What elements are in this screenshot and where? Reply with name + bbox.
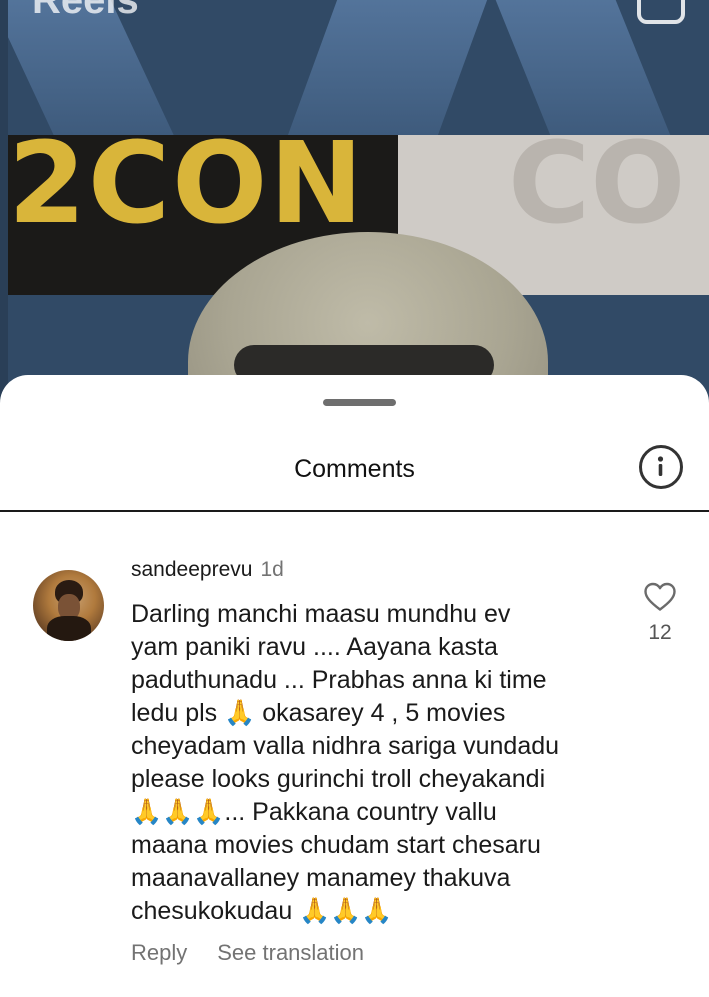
sheet-drag-handle[interactable]: [323, 399, 396, 406]
see-translation-button[interactable]: See translation: [217, 940, 364, 966]
camera-icon[interactable]: [637, 0, 685, 24]
reel-video[interactable]: 2CON CO Reels: [0, 0, 709, 420]
heart-icon[interactable]: [643, 582, 677, 612]
like-count: 12: [648, 621, 672, 644]
reels-title: Reels: [32, 0, 139, 22]
comment-time: 1d: [260, 558, 284, 581]
comments-sheet: Comments sandeeprevu 1d Darling manchi ma…: [0, 375, 709, 997]
banner-text: 2CON: [8, 119, 366, 249]
banner-text-right: CO: [508, 119, 686, 249]
avatar-body: [47, 616, 91, 641]
comment-text: Darling manchi maasu mundhu ev yam panik…: [131, 600, 560, 925]
comment-meta: sandeeprevu 1d: [131, 558, 284, 582]
reels-screen: 2CON CO Reels Comments sandeeprevu 1d Da…: [0, 0, 709, 997]
video-frame: 2CON CO: [8, 0, 709, 420]
avatar[interactable]: [33, 570, 104, 641]
comment-username[interactable]: sandeeprevu: [131, 558, 252, 581]
like-column: 12: [635, 582, 685, 645]
comment-actions: Reply See translation: [131, 940, 364, 966]
info-icon[interactable]: [639, 445, 683, 489]
reply-button[interactable]: Reply: [131, 940, 187, 966]
sheet-title: Comments: [294, 455, 415, 483]
header-divider: [0, 510, 709, 512]
